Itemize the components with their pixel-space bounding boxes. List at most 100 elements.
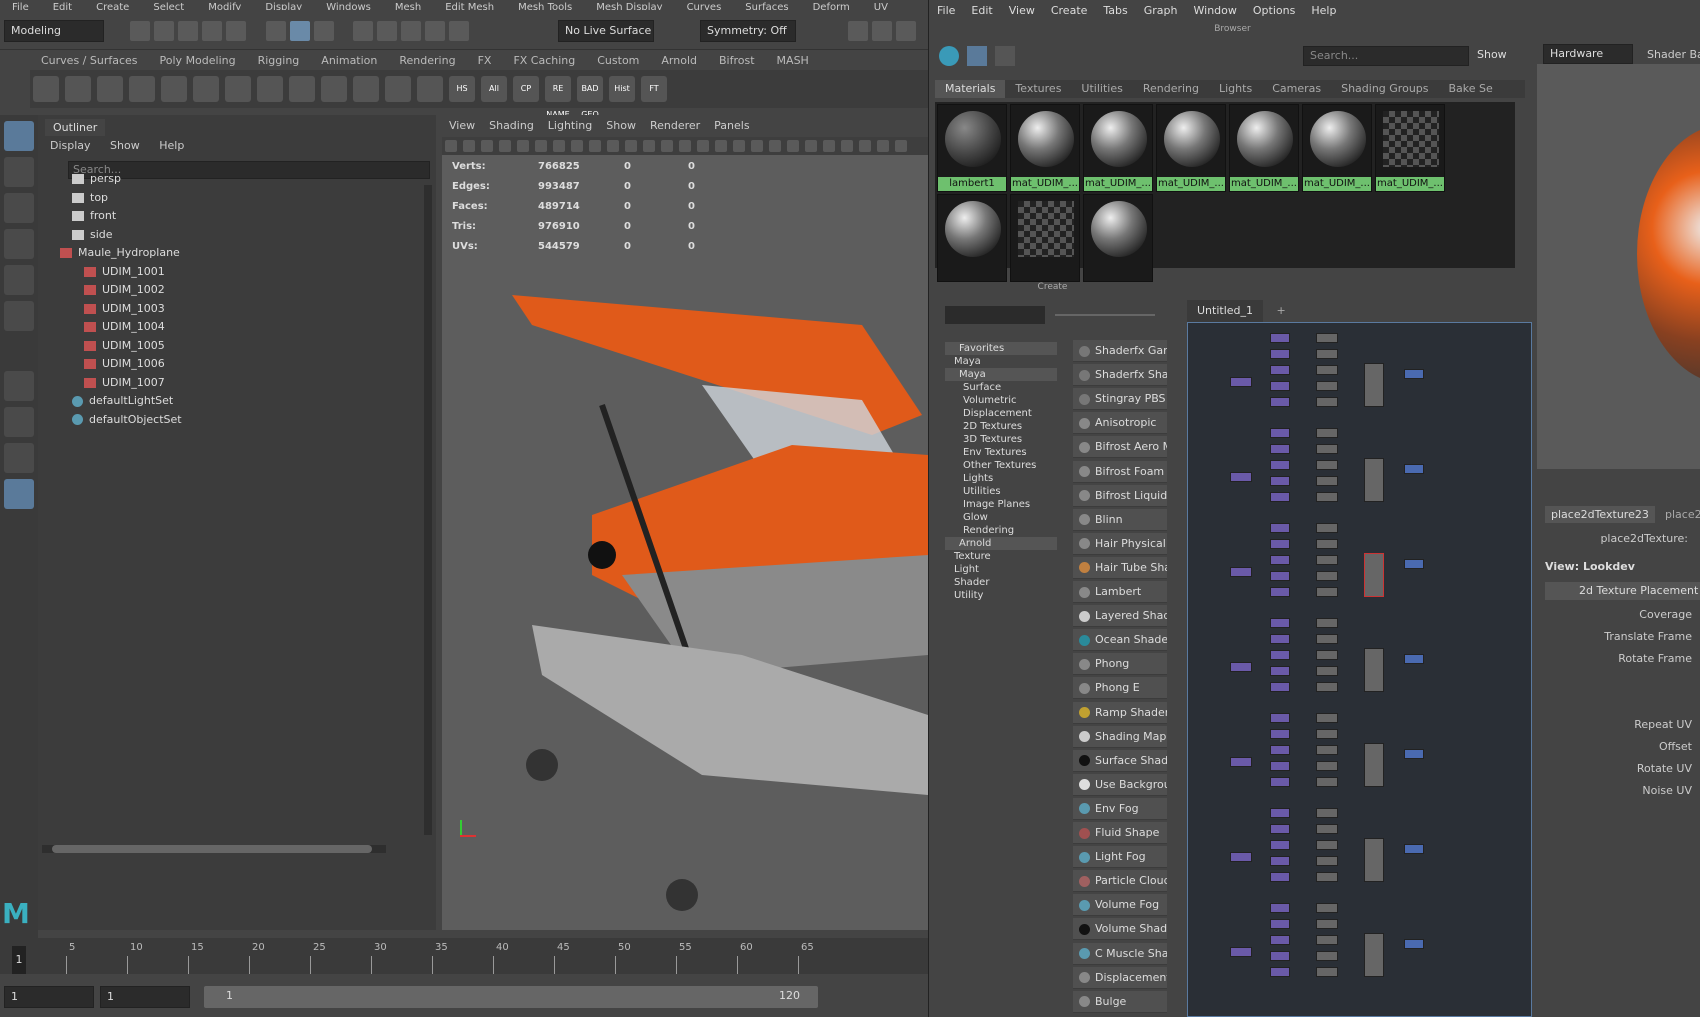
outliner-menu-display[interactable]: Display bbox=[50, 139, 91, 152]
outliner-item[interactable]: defaultObjectSet bbox=[72, 411, 182, 429]
graph-node[interactable] bbox=[1316, 777, 1338, 787]
category-rendering[interactable]: Rendering bbox=[963, 524, 1014, 537]
material-swatch[interactable] bbox=[1083, 194, 1153, 282]
swatch-view-icon[interactable] bbox=[967, 46, 987, 66]
material-swatch[interactable]: mat_UDIM_... bbox=[1375, 104, 1445, 192]
graph-node[interactable] bbox=[1316, 381, 1338, 391]
material-swatch[interactable]: mat_UDIM_... bbox=[1156, 104, 1226, 192]
viewport-menu-show[interactable]: Show bbox=[599, 115, 643, 137]
graph-node[interactable] bbox=[1230, 852, 1252, 862]
graph-node[interactable] bbox=[1270, 539, 1290, 549]
shelf-button-cp[interactable]: CP bbox=[513, 76, 539, 102]
save-scene-icon[interactable] bbox=[178, 21, 198, 41]
hs-menu-create[interactable]: Create bbox=[1043, 0, 1096, 22]
graph-node[interactable] bbox=[1316, 729, 1338, 739]
graph-node[interactable] bbox=[1316, 935, 1338, 945]
graph-node[interactable] bbox=[1270, 682, 1290, 692]
shelf-tab-animation[interactable]: Animation bbox=[310, 52, 388, 70]
create-node-item[interactable]: Layered Shader bbox=[1073, 605, 1167, 628]
graph-node[interactable] bbox=[1316, 523, 1338, 533]
graph-node[interactable] bbox=[1364, 838, 1384, 882]
category-utility[interactable]: Utility bbox=[954, 589, 983, 602]
viewport-tool-icon[interactable] bbox=[769, 140, 781, 152]
material-swatch[interactable]: mat_UDIM_... bbox=[1083, 104, 1153, 192]
graph-node[interactable] bbox=[1316, 919, 1338, 929]
category-other-textures[interactable]: Other Textures bbox=[963, 459, 1036, 472]
viewport-tool-icon[interactable] bbox=[499, 140, 511, 152]
graph-node[interactable] bbox=[1404, 844, 1424, 854]
outliner-menu-show[interactable]: Show bbox=[110, 139, 140, 152]
graph-node[interactable] bbox=[1316, 872, 1338, 882]
menu-edit[interactable]: Edit bbox=[41, 3, 84, 11]
graph-node[interactable] bbox=[1316, 856, 1338, 866]
select-hierarchy-icon[interactable] bbox=[265, 21, 286, 41]
graph-node[interactable] bbox=[1316, 840, 1338, 850]
shelf-tab-fx-caching[interactable]: FX Caching bbox=[502, 52, 586, 70]
hs-menu-view[interactable]: View bbox=[1001, 0, 1043, 22]
shelf-tool-icon[interactable] bbox=[385, 76, 411, 102]
viewport-tool-icon[interactable] bbox=[643, 140, 655, 152]
shelf-button-hist[interactable]: Hist bbox=[609, 76, 635, 102]
create-node-item[interactable]: Volume Shader bbox=[1073, 918, 1167, 941]
menu-mesh[interactable]: Mesh bbox=[383, 3, 433, 11]
shelf-button-re-name[interactable]: RE NAME bbox=[545, 76, 571, 119]
graph-node[interactable] bbox=[1230, 472, 1252, 482]
range-slider[interactable]: 1 120 bbox=[204, 986, 818, 1008]
shelf-button-ft[interactable]: FT bbox=[641, 76, 667, 102]
outliner-item[interactable]: UDIM_1005 bbox=[84, 337, 165, 355]
outliner-vscrollbar[interactable] bbox=[424, 185, 432, 835]
create-node-item[interactable]: Phong E bbox=[1073, 677, 1167, 700]
graph-node[interactable] bbox=[1316, 761, 1338, 771]
hs-menu-file[interactable]: File bbox=[929, 0, 963, 22]
material-swatch[interactable]: mat_UDIM_... bbox=[1302, 104, 1372, 192]
outliner-search-input[interactable]: Search... bbox=[68, 161, 430, 179]
viewport-menu-lighting[interactable]: Lighting bbox=[541, 115, 599, 137]
graph-node[interactable] bbox=[1270, 460, 1290, 470]
menu-curves[interactable]: Curves bbox=[675, 3, 734, 11]
graph-node[interactable] bbox=[1270, 903, 1290, 913]
shelf-tool-icon[interactable] bbox=[65, 76, 91, 102]
graph-node[interactable] bbox=[1270, 492, 1290, 502]
viewport-tool-icon[interactable] bbox=[697, 140, 709, 152]
shelf-tool-icon[interactable] bbox=[225, 76, 251, 102]
category-arnold[interactable]: Arnold bbox=[945, 537, 1057, 550]
shelf-tab-poly-modeling[interactable]: Poly Modeling bbox=[149, 52, 247, 70]
hs-menu-window[interactable]: Window bbox=[1186, 0, 1245, 22]
graph-node[interactable] bbox=[1270, 967, 1290, 977]
browser-search-input[interactable]: Search... bbox=[1303, 46, 1469, 66]
shelf-button-hs[interactable]: HS bbox=[449, 76, 475, 102]
outliner-item[interactable]: side bbox=[72, 226, 113, 244]
graph-node[interactable] bbox=[1270, 666, 1290, 676]
viewport-tool-icon[interactable] bbox=[841, 140, 853, 152]
viewport-tool-icon[interactable] bbox=[823, 140, 835, 152]
graph-node[interactable] bbox=[1364, 743, 1384, 787]
category-displacement[interactable]: Displacement bbox=[963, 407, 1032, 420]
category-shader[interactable]: Shader bbox=[954, 576, 989, 589]
shelf-tab-arnold[interactable]: Arnold bbox=[650, 52, 708, 70]
create-node-item[interactable]: Light Fog bbox=[1073, 846, 1167, 869]
graph-node[interactable] bbox=[1270, 856, 1290, 866]
menu-windows[interactable]: Windows bbox=[314, 3, 383, 11]
graph-node[interactable] bbox=[1316, 713, 1338, 723]
category-favorites[interactable]: Favorites bbox=[945, 342, 1057, 355]
category-image-planes[interactable]: Image Planes bbox=[963, 498, 1030, 511]
browser-tab-cameras[interactable]: Cameras bbox=[1262, 80, 1331, 98]
shelf-tool-icon[interactable] bbox=[289, 76, 315, 102]
browser-tab-shading-groups[interactable]: Shading Groups bbox=[1331, 80, 1438, 98]
outliner-hscrollbar[interactable] bbox=[42, 845, 386, 853]
category-env-textures[interactable]: Env Textures bbox=[963, 446, 1027, 459]
graph-node[interactable] bbox=[1316, 555, 1338, 565]
snap-grid-icon[interactable] bbox=[353, 21, 373, 41]
create-node-item[interactable]: Ocean Shader bbox=[1073, 629, 1167, 652]
menu-edit-mesh[interactable]: Edit Mesh bbox=[433, 3, 506, 11]
menu-select[interactable]: Select bbox=[141, 3, 196, 11]
ae-node-tab[interactable]: place2dTexture23 bbox=[1545, 506, 1655, 523]
playback-start-field[interactable]: 1 bbox=[100, 986, 190, 1008]
graph-node[interactable] bbox=[1230, 377, 1252, 387]
viewport-tool-icon[interactable] bbox=[895, 140, 907, 152]
viewport-tool-icon[interactable] bbox=[805, 140, 817, 152]
shelf-tab-custom[interactable]: Custom bbox=[586, 52, 650, 70]
graph-node[interactable] bbox=[1316, 587, 1338, 597]
open-scene-icon[interactable] bbox=[154, 21, 174, 41]
create-node-item[interactable]: Phong bbox=[1073, 653, 1167, 676]
